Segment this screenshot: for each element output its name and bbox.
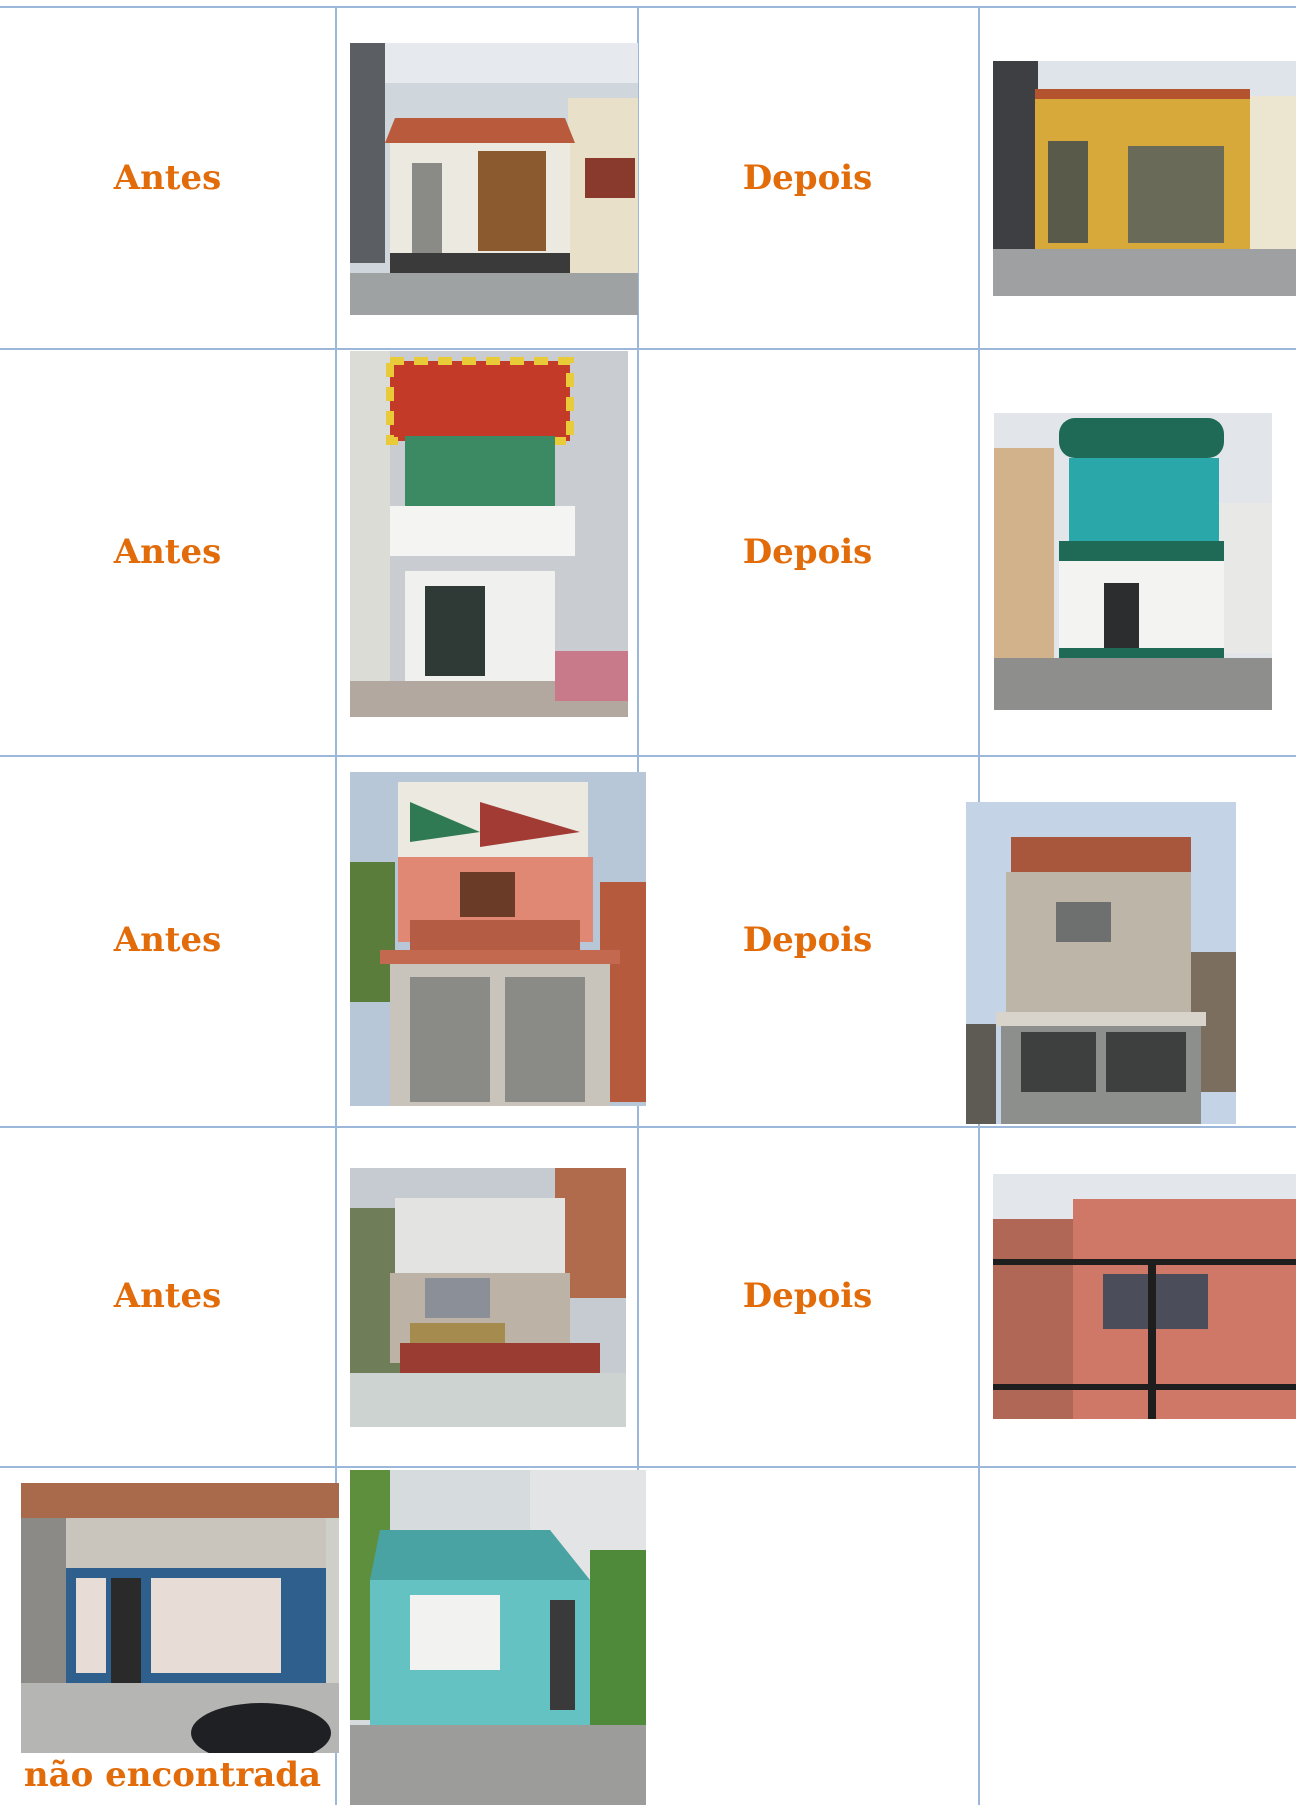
row-divider [0,1466,1296,1468]
before-house-photo [350,772,646,1106]
before-label: Antes [113,1276,222,1316]
row-divider [0,1126,1296,1128]
before-label: Antes [113,532,222,572]
before-house-photo [350,43,638,315]
before-house-photo [350,1168,626,1427]
row-divider [0,348,1296,350]
after-house-photo [994,413,1272,710]
after-label: Depois [742,158,873,198]
before-house-photo [350,351,628,717]
after-label: Depois [742,920,873,960]
row-divider [0,755,1296,757]
before-label: Antes [113,920,222,960]
after-house-photo [966,802,1236,1124]
table-border-top [0,6,1296,8]
before-house-photo [21,1483,339,1753]
after-house-photo [993,61,1296,296]
after-house-photo [350,1470,646,1805]
before-label: Antes [113,158,222,198]
after-label: Depois [742,532,873,572]
after-label: Depois [742,1276,873,1316]
not-found-caption: não encontrada [23,1755,322,1795]
after-house-photo [993,1174,1296,1419]
